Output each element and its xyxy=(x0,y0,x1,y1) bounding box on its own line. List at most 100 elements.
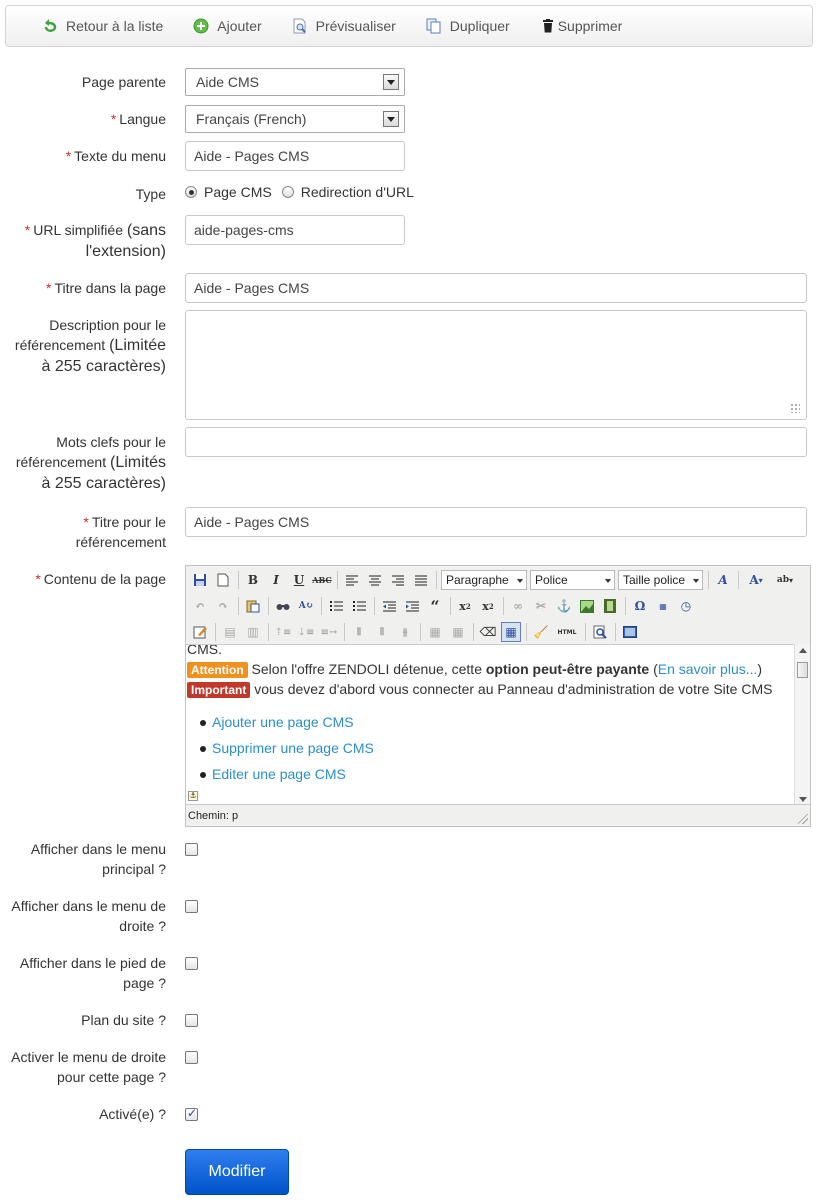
media-icon[interactable] xyxy=(600,596,620,616)
fullscreen-icon[interactable] xyxy=(620,622,640,642)
insert-col-after-icon[interactable]: ⫴ xyxy=(372,622,392,642)
trash-icon xyxy=(540,18,556,34)
styles-icon[interactable]: A xyxy=(713,570,733,590)
align-right-icon[interactable] xyxy=(388,570,408,590)
bullet-list-icon[interactable] xyxy=(326,596,346,616)
edit-source-icon[interactable] xyxy=(190,622,210,642)
save-icon[interactable] xyxy=(190,570,210,590)
eraser-icon[interactable]: ⌫ xyxy=(478,622,498,642)
back-to-list-button[interactable]: Retour à la liste xyxy=(42,18,163,34)
underline-icon[interactable]: U xyxy=(289,570,309,590)
table-icon[interactable]: ▦ xyxy=(501,622,521,642)
align-left-icon[interactable] xyxy=(342,570,362,590)
menu-text-input[interactable]: Aide - Pages CMS xyxy=(185,141,405,171)
split-cells-icon[interactable]: ▦ xyxy=(425,622,445,642)
bold-icon[interactable]: B xyxy=(243,570,263,590)
cleanup-broom-icon[interactable]: 🧹 xyxy=(531,622,551,642)
active-checkbox[interactable] xyxy=(185,1106,198,1121)
undo-icon[interactable]: ↶ xyxy=(190,596,210,616)
editor-statusbar: Chemin: p xyxy=(186,804,810,826)
find-icon[interactable] xyxy=(273,596,293,616)
insert-col-before-icon[interactable]: ⫴ xyxy=(349,622,369,642)
special-char-icon[interactable]: Ω xyxy=(630,596,650,616)
subscript-icon[interactable]: x2 xyxy=(455,596,475,616)
add-circle-icon xyxy=(193,18,209,34)
keywords-input[interactable] xyxy=(185,427,807,457)
description-textarea[interactable] xyxy=(185,310,807,420)
right-menu-page-label: Activer le menu de droite pour cette page… xyxy=(11,1049,166,1085)
language-select[interactable]: Français (French) xyxy=(185,105,405,133)
insert-date-icon[interactable]: ▦ xyxy=(653,596,673,616)
numbered-list-icon[interactable] xyxy=(349,596,369,616)
dropdown-arrow-icon xyxy=(383,111,399,127)
parent-page-select[interactable]: Aide CMS xyxy=(185,68,405,96)
link-icon[interactable]: ∞ xyxy=(508,596,528,616)
unlink-icon[interactable]: ✂ xyxy=(531,596,551,616)
outdent-icon[interactable] xyxy=(379,596,399,616)
add-cms-page-link[interactable]: Ajouter une page CMS xyxy=(212,714,354,730)
text-color-icon[interactable]: A ▾ xyxy=(743,570,769,590)
duplicate-button[interactable]: Dupliquer xyxy=(426,18,510,34)
parent-page-label: Page parente xyxy=(81,74,166,90)
paste-word-icon[interactable] xyxy=(243,596,263,616)
list-item: Ajouter une page CMS xyxy=(200,709,374,735)
strikethrough-icon[interactable]: ABC xyxy=(312,570,332,590)
scroll-up-icon[interactable] xyxy=(799,648,807,653)
right-menu-page-checkbox[interactable] xyxy=(185,1051,198,1064)
table-cell-props-icon[interactable]: ▥ xyxy=(243,622,263,642)
preview-icon xyxy=(292,18,308,34)
anchor-marker-icon: ⚓ xyxy=(188,791,198,801)
delete-button[interactable]: Supprimer xyxy=(540,18,622,34)
replace-icon[interactable]: A↻ xyxy=(296,596,316,616)
table-row-props-icon[interactable]: ▤ xyxy=(220,622,240,642)
insert-row-after-icon[interactable]: ⇣≡ xyxy=(296,622,316,642)
learn-more-link[interactable]: En savoir plus... xyxy=(658,661,758,677)
indent-icon[interactable] xyxy=(402,596,422,616)
delete-col-icon[interactable]: ⫵ xyxy=(395,622,415,642)
footer-checkbox[interactable] xyxy=(185,957,198,970)
radio-url-redirect[interactable] xyxy=(281,186,294,198)
content-label: * Contenu de la page xyxy=(35,571,166,587)
preview-zoom-icon[interactable] xyxy=(590,622,610,642)
seo-title-input[interactable]: Aide - Pages CMS xyxy=(185,507,807,537)
new-document-icon[interactable] xyxy=(213,570,233,590)
sitemap-checkbox[interactable] xyxy=(185,1014,198,1027)
html-source-icon[interactable]: HTML xyxy=(554,622,580,642)
insert-row-before-icon[interactable]: ⇡≡ xyxy=(273,622,293,642)
modify-button[interactable]: Modifier xyxy=(185,1149,289,1195)
merge-cells-icon[interactable]: ▦ xyxy=(448,622,468,642)
main-menu-label: Afficher dans le menu principal ? xyxy=(30,841,166,877)
scroll-down-icon[interactable] xyxy=(799,797,807,802)
superscript-icon[interactable]: x2 xyxy=(478,596,498,616)
radio-page-cms[interactable] xyxy=(185,186,197,198)
url-input[interactable]: aide-pages-cms xyxy=(185,215,405,245)
align-justify-icon[interactable] xyxy=(411,570,431,590)
right-menu-checkbox[interactable] xyxy=(185,900,198,913)
page-title-input[interactable]: Aide - Pages CMS xyxy=(185,273,807,303)
add-button[interactable]: Ajouter xyxy=(193,18,262,34)
align-center-icon[interactable] xyxy=(365,570,385,590)
description-label: Description pour le référencement (Limit… xyxy=(14,317,166,375)
highlight-color-icon[interactable]: ab ▾ xyxy=(772,570,798,590)
scroll-thumb[interactable] xyxy=(797,662,808,678)
anchor-icon[interactable]: ⚓ xyxy=(554,596,574,616)
resize-grip-icon[interactable] xyxy=(790,403,800,413)
delete-row-icon[interactable]: ≡→ xyxy=(319,622,339,642)
font-select[interactable]: Police xyxy=(530,570,615,590)
blockquote-icon[interactable]: “ xyxy=(425,596,445,616)
image-icon[interactable] xyxy=(577,596,597,616)
return-arrow-icon xyxy=(42,18,58,34)
font-size-select[interactable]: Taille police xyxy=(618,570,703,590)
italic-icon[interactable]: I xyxy=(266,570,286,590)
preview-button[interactable]: Prévisualiser xyxy=(292,18,396,34)
language-label: * Langue xyxy=(110,111,166,127)
editor-content-area[interactable]: CMS. Attention Selon l'offre ZENDOLI dét… xyxy=(186,644,796,806)
editor-scrollbar[interactable] xyxy=(794,644,810,806)
main-menu-checkbox[interactable] xyxy=(185,843,198,856)
editor-resize-grip-icon[interactable] xyxy=(798,814,808,824)
edit-cms-page-link[interactable]: Editer une page CMS xyxy=(212,766,346,782)
insert-time-icon[interactable]: ◷ xyxy=(676,596,696,616)
redo-icon[interactable]: ↷ xyxy=(213,596,233,616)
delete-cms-page-link[interactable]: Supprimer une page CMS xyxy=(212,740,374,756)
format-select[interactable]: Paragraphe xyxy=(441,570,527,590)
